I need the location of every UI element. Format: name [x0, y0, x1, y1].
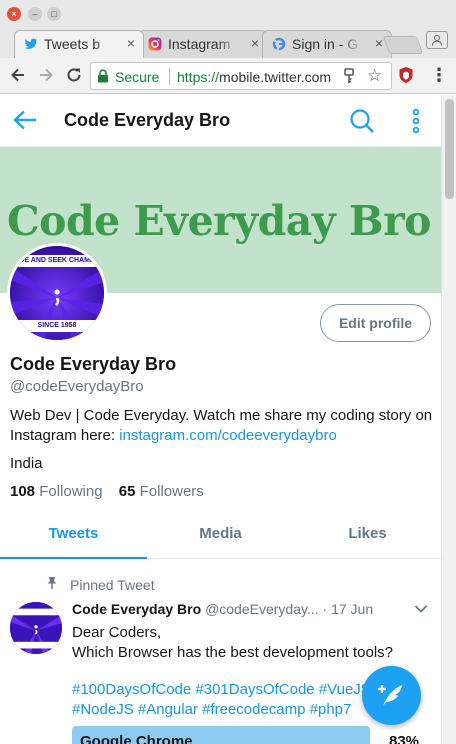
page-scrollbar[interactable]	[441, 95, 456, 744]
bookmark-star-icon[interactable]: ☆	[367, 66, 382, 86]
following-link[interactable]: 108 Following	[10, 483, 103, 500]
tab-title: Instagram	[168, 36, 238, 52]
secure-label: Secure	[115, 69, 160, 85]
poll-percent: 83%	[389, 733, 420, 744]
tweet-text: Dear Coders, Which Browser has the best …	[72, 623, 417, 663]
tweet-header: Code Everyday Bro @codeEveryday... · 17 …	[72, 601, 407, 617]
avatar[interactable]: IDE AND SEEK CHAMPI SINCE 1958	[7, 243, 107, 343]
profile-bio: Web Dev | Code Everyday. Watch me share …	[10, 407, 433, 444]
tweet-author-handle[interactable]: @codeEveryday...	[205, 601, 319, 617]
google-icon	[272, 37, 286, 51]
window-maximize-button[interactable]: □	[47, 7, 61, 21]
address-separator	[169, 68, 170, 85]
key-icon[interactable]	[343, 68, 355, 87]
tweet-line: Which Browser has the best development t…	[72, 644, 393, 661]
profile-location: India	[10, 455, 43, 472]
shield-extension-icon[interactable]	[398, 66, 414, 84]
instagram-icon	[148, 37, 162, 51]
tab-title: Tweets b	[44, 36, 114, 52]
profile-tabs: Tweets Media Likes	[0, 513, 441, 559]
twitter-bird-icon	[24, 37, 38, 51]
reload-icon[interactable]	[63, 64, 85, 86]
avatar-top-text: IDE AND SEEK CHAMPI	[17, 257, 97, 264]
new-tab-button[interactable]	[382, 36, 424, 54]
back-arrow-icon[interactable]	[12, 109, 38, 131]
edit-profile-button[interactable]: Edit profile	[320, 304, 431, 342]
scrollbar-thumb[interactable]	[445, 99, 454, 199]
poll-option-label: Google Chrome	[80, 733, 193, 744]
tweet-line: Dear Coders,	[72, 624, 162, 641]
twitter-profile-page: Code Everyday Bro Code Everyday Bro IDE …	[0, 95, 441, 744]
browser-tab-twitter[interactable]: Tweets b ×	[14, 30, 144, 58]
browser-tab-google[interactable]: Sign in - G ×	[262, 30, 392, 58]
tab-likes[interactable]: Likes	[294, 513, 441, 559]
tab-media[interactable]: Media	[147, 513, 294, 559]
pin-icon	[46, 576, 58, 593]
browser-tab-instagram[interactable]: Instagram ×	[138, 30, 268, 58]
browser-toolbar: Secure https://mobile.twitter.com ☆ ⋮	[0, 58, 456, 94]
tweet-author-name[interactable]: Code Everyday Bro	[72, 601, 201, 617]
search-icon[interactable]	[349, 108, 375, 134]
avatar-bottom-text: SINCE 1958	[37, 322, 77, 329]
app-header: Code Everyday Bro	[0, 95, 441, 147]
followers-link[interactable]: 65 Followers	[119, 483, 204, 500]
tab-title: Sign in - G	[292, 36, 362, 52]
pinned-tweet-label: Pinned Tweet	[46, 576, 155, 593]
forward-arrow-icon[interactable]	[35, 64, 57, 86]
back-arrow-icon[interactable]	[7, 64, 29, 86]
compose-tweet-button[interactable]	[362, 666, 421, 725]
browser-profile-icon[interactable]	[426, 31, 448, 49]
profile-name: Code Everyday Bro	[10, 354, 177, 374]
tweet-hashtags[interactable]: #100DaysOfCode #301DaysOfCode #VueJS #No…	[72, 680, 372, 720]
browser-menu-icon[interactable]: ⋮	[430, 65, 448, 86]
bio-link[interactable]: instagram.com/codeeverydaybro	[119, 427, 337, 444]
lock-icon	[97, 69, 109, 83]
tweet-avatar[interactable]	[10, 602, 62, 654]
tab-close-icon[interactable]: ×	[127, 35, 135, 51]
address-bar[interactable]: Secure https://mobile.twitter.com ☆	[90, 62, 392, 90]
more-options-icon[interactable]	[408, 108, 424, 134]
tab-close-icon[interactable]: ×	[251, 35, 259, 51]
browser-tab-strip: × – □ Tweets b × Instagram × Sign in - G…	[0, 0, 456, 58]
window-minimize-button[interactable]: –	[28, 7, 42, 21]
url-text[interactable]: https://mobile.twitter.com	[177, 69, 337, 85]
tab-tweets[interactable]: Tweets	[0, 513, 147, 559]
page-title: Code Everyday Bro	[64, 110, 231, 130]
window-close-button[interactable]: ×	[7, 7, 21, 21]
banner-title: Code Everyday Bro	[7, 197, 432, 245]
tab-close-icon[interactable]: ×	[375, 35, 383, 51]
profile-stats: 108 Following 65 Followers	[10, 483, 204, 500]
profile-handle: @codeEverydayBro	[10, 378, 144, 395]
tweet-date[interactable]: · 17 Jun	[323, 601, 374, 617]
feather-plus-icon	[378, 685, 402, 706]
chevron-down-icon[interactable]	[414, 602, 428, 616]
